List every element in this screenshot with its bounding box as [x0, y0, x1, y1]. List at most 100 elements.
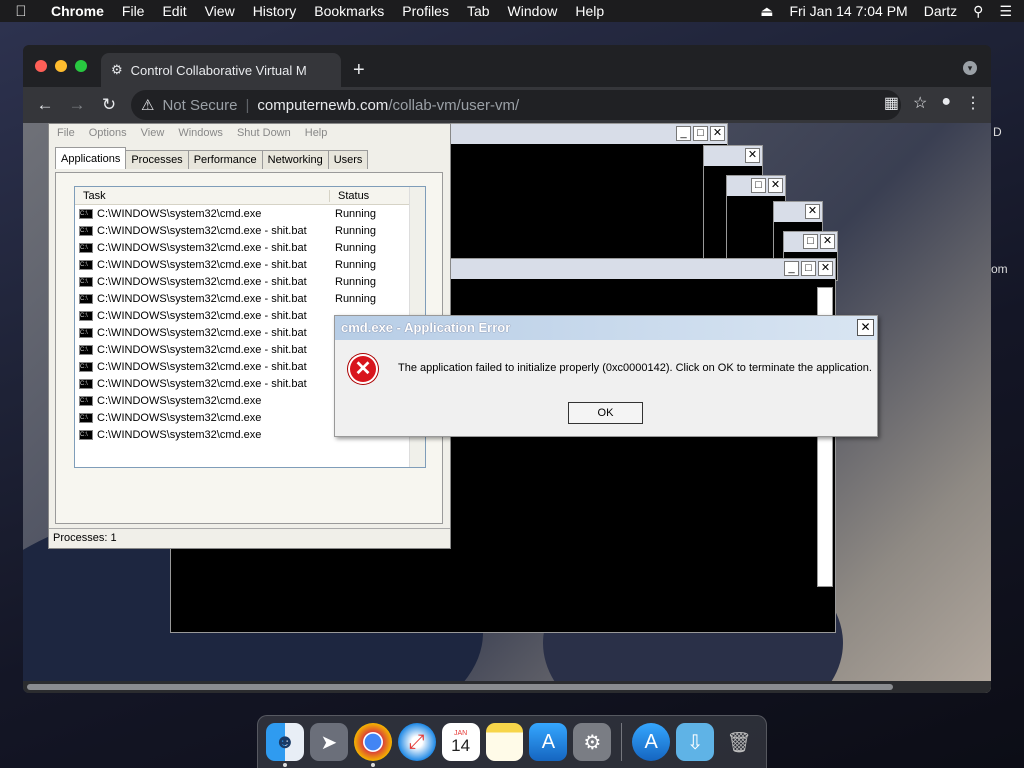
profile-icon[interactable]: ● [941, 93, 951, 113]
scrollbar-thumb[interactable] [27, 684, 893, 690]
safari-icon[interactable]: ⤢ [397, 723, 436, 761]
tab-networking[interactable]: Networking [261, 150, 329, 169]
cmd-icon: C:\ [79, 225, 93, 236]
menu-app-name[interactable]: Chrome [42, 3, 113, 19]
menu-history[interactable]: History [244, 3, 306, 19]
chrome-icon[interactable] [353, 723, 392, 767]
error-dialog[interactable]: cmd.exe - Application Error ✕ ✕ The appl… [334, 315, 878, 437]
cmd-icon: C:\ [79, 208, 93, 219]
close-icon[interactable]: ✕ [768, 178, 783, 193]
close-icon[interactable]: ✕ [710, 126, 725, 141]
task-name: C:\WINDOWS\system32\cmd.exe [97, 428, 262, 441]
maximize-icon[interactable]: □ [803, 234, 818, 249]
task-status: Running [335, 292, 376, 305]
menu-profiles[interactable]: Profiles [393, 3, 458, 19]
control-center-icon[interactable]: ☰ [999, 3, 1012, 20]
browser-tab[interactable]: ⚙ Control Collaborative Virtual M [101, 53, 341, 87]
menu-edit[interactable]: Edit [153, 3, 195, 19]
menu-file[interactable]: File [113, 3, 154, 19]
cmd-window-1[interactable]: _ □ ✕ [450, 123, 728, 263]
close-icon[interactable]: ✕ [818, 261, 833, 276]
cmd-icon: C:\ [79, 242, 93, 253]
table-row[interactable]: C:\ C:\WINDOWS\system32\cmd.exe Running [75, 205, 425, 222]
search-icon[interactable]: ⚲ [973, 3, 983, 20]
vm-screen[interactable]: _ □ ✕ ✕ □ ✕ ✕ □ ✕ _ □ ✕ File Options View Wind… [23, 123, 991, 693]
menu-help[interactable]: Help [566, 3, 613, 19]
table-row[interactable]: C:\ C:\WINDOWS\system32\cmd.exe - shit.ba… [75, 256, 425, 273]
launchpad-icon[interactable]: ➤ [309, 723, 348, 761]
more-menu-icon[interactable]: ⋮ [965, 93, 981, 113]
app-store-icon[interactable]: A [632, 723, 671, 761]
close-icon[interactable]: ✕ [857, 319, 874, 336]
maximize-icon[interactable]: □ [693, 126, 708, 141]
dock: ☻ ➤ ⤢ JAN 14 A ⚙ A ⇩ 🗑 [257, 715, 767, 768]
address-bar[interactable]: ⚠ Not Secure | computernewb.com/collab-v… [131, 90, 901, 120]
clock[interactable]: Fri Jan 14 7:04 PM [789, 3, 907, 19]
column-status[interactable]: Status [330, 190, 369, 202]
forward-icon[interactable]: → [61, 95, 93, 115]
page-horizontal-scrollbar[interactable] [23, 681, 991, 693]
tab-performance[interactable]: Performance [187, 150, 263, 169]
bookmark-star-icon[interactable]: ☆ [913, 93, 927, 113]
new-tab-button[interactable]: + [353, 59, 365, 82]
ok-button[interactable]: OK [568, 402, 643, 424]
maximize-icon[interactable]: □ [801, 261, 816, 276]
cmd-icon: C:\ [79, 310, 93, 321]
cmd-icon: C:\ [79, 429, 93, 440]
system-preferences-icon[interactable]: ⚙ [573, 723, 612, 761]
minimize-icon[interactable]: _ [676, 126, 691, 141]
table-row[interactable]: C:\ C:\WINDOWS\system32\cmd.exe - shit.ba… [75, 273, 425, 290]
user-name[interactable]: Dartz [924, 3, 957, 19]
traffic-lights [35, 60, 87, 72]
trash-icon[interactable]: 🗑 [720, 723, 758, 761]
downloads-folder-icon[interactable]: ⇩ [676, 723, 715, 761]
tab-processes[interactable]: Processes [125, 150, 189, 169]
tm-menu-file[interactable]: File [57, 127, 75, 139]
minimize-icon[interactable]: _ [784, 261, 799, 276]
cmd-icon: C:\ [79, 327, 93, 338]
tm-menu-view[interactable]: View [141, 127, 165, 139]
task-name: C:\WINDOWS\system32\cmd.exe - shit.bat [97, 224, 307, 237]
qr-code-icon[interactable]: ▦ [884, 93, 899, 113]
close-icon[interactable]: ✕ [745, 148, 760, 163]
table-row[interactable]: C:\ C:\WINDOWS\system32\cmd.exe - shit.ba… [75, 222, 425, 239]
menu-window[interactable]: Window [499, 3, 567, 19]
task-name: C:\WINDOWS\system32\cmd.exe - shit.bat [97, 275, 307, 288]
maximize-icon[interactable]: □ [751, 178, 766, 193]
tab-users[interactable]: Users [327, 150, 369, 169]
calendar-icon[interactable]: JAN 14 [441, 723, 480, 761]
close-icon[interactable]: ✕ [805, 204, 820, 219]
notes-icon[interactable] [485, 723, 524, 761]
tm-menu-options[interactable]: Options [89, 127, 127, 139]
security-label: Not Secure [162, 96, 238, 114]
task-name: C:\WINDOWS\system32\cmd.exe - shit.bat [97, 360, 307, 373]
app-store-icon[interactable]: A [529, 723, 568, 761]
url-host: computernewb.com [257, 96, 389, 114]
menu-bookmarks[interactable]: Bookmarks [305, 3, 393, 19]
task-name: C:\WINDOWS\system32\cmd.exe - shit.bat [97, 309, 307, 322]
tab-search-icon[interactable]: ▾ [963, 61, 977, 75]
cmd-icon: C:\ [79, 412, 93, 423]
table-row[interactable]: C:\ C:\WINDOWS\system32\cmd.exe - shit.ba… [75, 290, 425, 307]
back-icon[interactable]: ← [29, 95, 61, 115]
task-name: C:\WINDOWS\system32\cmd.exe - shit.bat [97, 292, 307, 305]
tm-menu-help[interactable]: Help [305, 127, 328, 139]
table-row[interactable]: C:\ C:\WINDOWS\system32\cmd.exe - shit.ba… [75, 239, 425, 256]
tm-menu-shutdown[interactable]: Shut Down [237, 127, 291, 139]
task-name: C:\WINDOWS\system32\cmd.exe - shit.bat [97, 241, 307, 254]
tab-applications[interactable]: Applications [55, 147, 127, 169]
finder-icon[interactable]: ☻ [266, 723, 304, 767]
close-icon[interactable]: ✕ [820, 234, 835, 249]
calendar-day: 14 [451, 736, 471, 755]
apple-icon[interactable]:  [0, 3, 42, 20]
tm-menu-windows[interactable]: Windows [178, 127, 223, 139]
eject-icon[interactable]: ⏏ [760, 3, 773, 20]
minimize-window-button[interactable] [55, 60, 67, 72]
task-status: Running [335, 275, 376, 288]
close-window-button[interactable] [35, 60, 47, 72]
column-task[interactable]: Task [75, 189, 330, 202]
menu-view[interactable]: View [196, 3, 244, 19]
reload-icon[interactable]: ↻ [93, 95, 125, 115]
zoom-window-button[interactable] [75, 60, 87, 72]
menu-tab[interactable]: Tab [458, 3, 499, 19]
